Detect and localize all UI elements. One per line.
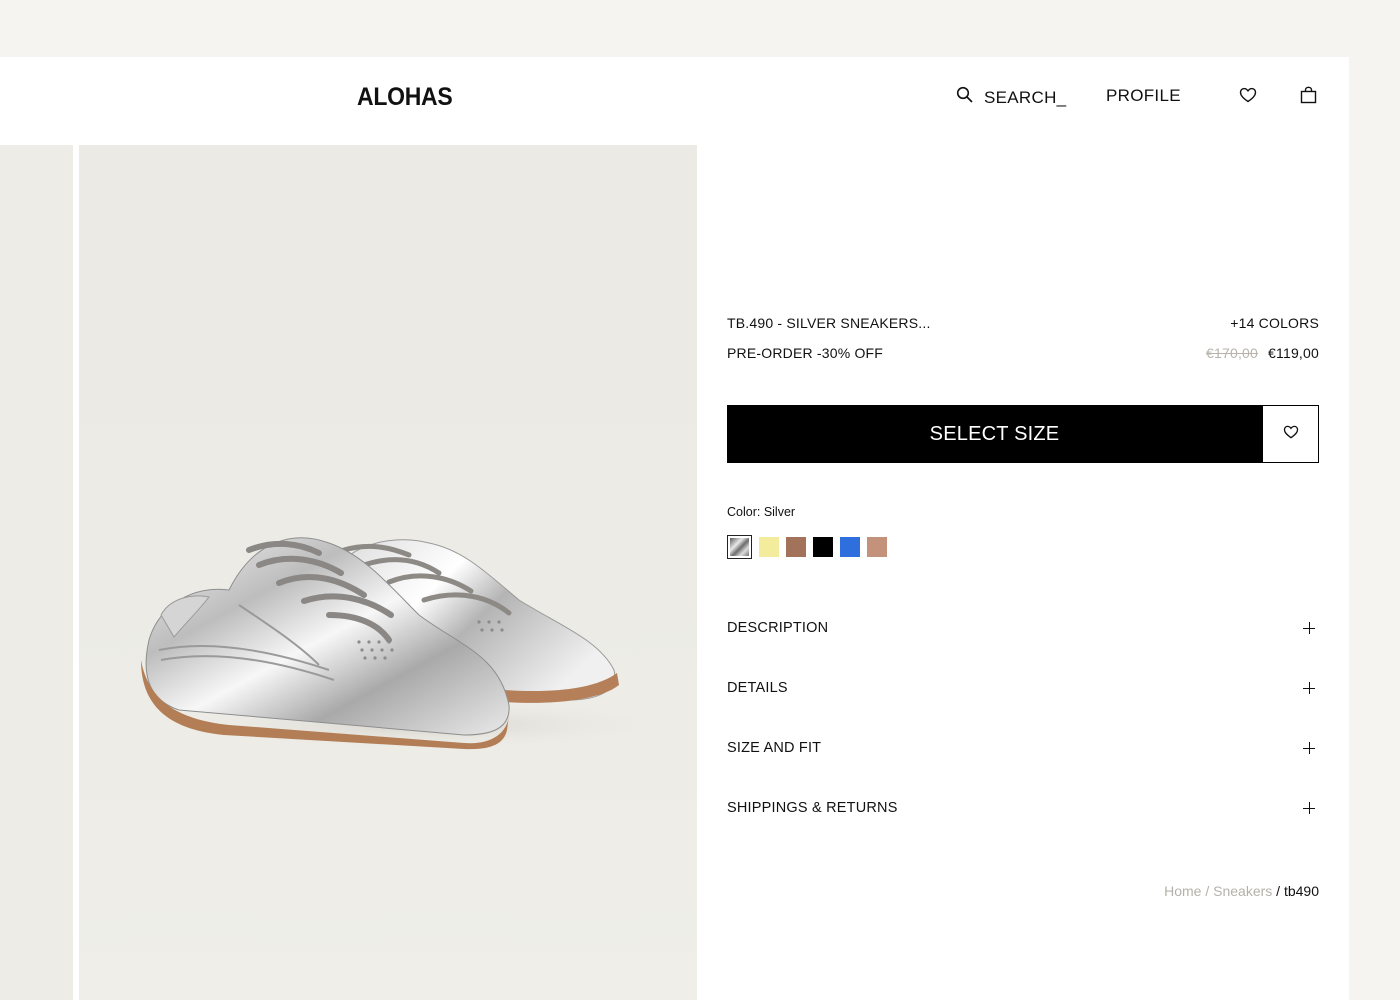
product-price-row: PRE-ORDER -30% OFF €170,00 €119,00 — [727, 345, 1319, 361]
purchase-actions: SELECT SIZE — [727, 405, 1319, 463]
page-frame: ALOHAS SEARCH_ PROFILE TB.490 - SILVER S… — [0, 57, 1349, 1000]
product-name: TB.490 - SILVER SNEAKERS... — [727, 315, 931, 331]
add-to-wishlist-button[interactable] — [1262, 405, 1319, 463]
cart-button[interactable] — [1300, 86, 1317, 109]
accordion-size-and-fit[interactable]: SIZE AND FIT — [727, 737, 1319, 763]
plus-icon — [1303, 742, 1315, 754]
accordion-shipping-returns[interactable]: SHIPPINGS & RETURNS — [727, 797, 1319, 823]
accordion-label: SIZE AND FIT — [727, 740, 822, 756]
breadcrumb-separator: / — [1272, 883, 1284, 899]
accordion-description[interactable]: DESCRIPTION — [727, 617, 1319, 643]
color-label: Color: Silver — [727, 505, 796, 519]
plus-icon — [1303, 682, 1315, 694]
gallery-previous-image[interactable] — [0, 145, 73, 1000]
breadcrumb-sneakers[interactable]: Sneakers — [1213, 883, 1272, 899]
silver-sneaker-image — [141, 537, 659, 750]
breadcrumb-home[interactable]: Home — [1164, 883, 1201, 899]
product-title-row: TB.490 - SILVER SNEAKERS... +14 COLORS — [727, 315, 1319, 331]
wishlist-button[interactable] — [1239, 87, 1257, 108]
color-swatch-blue[interactable] — [840, 537, 860, 557]
color-swatch-yellow[interactable] — [759, 537, 779, 557]
breadcrumb-separator: / — [1201, 883, 1214, 899]
more-colors-link[interactable]: +14 COLORS — [1230, 315, 1319, 331]
color-swatches — [727, 535, 887, 559]
price-group: €170,00 €119,00 — [1206, 345, 1319, 361]
product-image[interactable] — [79, 145, 697, 1000]
color-swatch-black[interactable] — [813, 537, 833, 557]
search-icon — [956, 86, 974, 109]
swatch-fill — [730, 538, 749, 556]
plus-icon — [1303, 622, 1315, 634]
sale-price: €119,00 — [1268, 345, 1319, 361]
color-swatch-brown[interactable] — [786, 537, 806, 557]
accordion-label: SHIPPINGS & RETURNS — [727, 800, 898, 816]
accordion-label: DETAILS — [727, 680, 788, 696]
search-label: SEARCH_ — [984, 87, 1067, 107]
heart-icon — [1239, 87, 1257, 107]
breadcrumb: Home / Sneakers / tb490 — [1164, 883, 1319, 899]
brand-logo[interactable]: ALOHAS — [357, 83, 453, 112]
heart-icon — [1283, 425, 1299, 444]
breadcrumb-current: tb490 — [1283, 883, 1319, 899]
profile-link[interactable]: PROFILE — [1106, 86, 1181, 106]
shopping-bag-icon — [1300, 86, 1317, 108]
accordion-details[interactable]: DETAILS — [727, 677, 1319, 703]
plus-icon — [1303, 802, 1315, 814]
promo-label: PRE-ORDER -30% OFF — [727, 345, 884, 361]
original-price: €170,00 — [1206, 345, 1259, 361]
site-header: ALOHAS SEARCH_ PROFILE — [0, 57, 1349, 145]
search-button[interactable]: SEARCH_ — [956, 86, 1066, 109]
color-swatch-silver[interactable] — [727, 535, 752, 559]
accordion-label: DESCRIPTION — [727, 620, 829, 636]
select-size-button[interactable]: SELECT SIZE — [727, 405, 1262, 463]
color-swatch-tan[interactable] — [867, 537, 887, 557]
